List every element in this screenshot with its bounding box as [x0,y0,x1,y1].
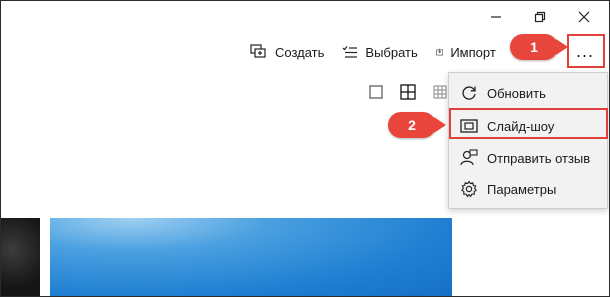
import-button[interactable]: Импорт [436,38,496,66]
single-view-toggle[interactable] [366,82,386,102]
grid-view-toggle[interactable] [398,82,418,102]
callout-2-label: 2 [408,117,416,133]
menu-item-settings[interactable]: Параметры [449,173,607,205]
more-options-highlight [567,34,605,68]
menu-item-label: Обновить [487,85,546,101]
select-icon [342,46,358,58]
import-icon [436,48,443,56]
single-view-icon [369,85,383,99]
small-grid-view-icon [433,85,447,99]
close-icon [578,11,590,23]
callout-1-label: 1 [530,39,538,55]
small-grid-view-toggle[interactable] [430,82,450,102]
create-icon [250,44,266,58]
callout-2: 2 [388,112,446,138]
menu-item-refresh[interactable]: Обновить [449,77,607,109]
feedback-icon [460,149,478,166]
create-button[interactable]: Создать [250,38,324,66]
callout-1: 1 [510,34,568,60]
create-label: Создать [275,44,325,60]
import-label: Импорт [450,44,496,60]
select-label: Выбрать [365,44,418,60]
minimize-icon [491,16,501,18]
toolbar: Создать Выбрать Импорт [250,38,514,66]
menu-item-feedback[interactable]: Отправить отзыв [449,142,607,174]
photo-thumbnail-dark[interactable] [0,218,40,297]
slideshow-highlight [449,108,608,139]
photo-thumbnail-sky[interactable] [50,218,452,297]
close-button[interactable] [564,4,604,30]
minimize-button[interactable] [476,4,516,30]
refresh-icon [462,86,476,100]
grid-view-icon [400,84,416,100]
menu-item-label: Параметры [487,181,557,197]
restore-button[interactable] [520,4,560,30]
restore-icon [534,11,546,23]
menu-item-label: Отправить отзыв [487,150,591,166]
gear-icon [460,180,478,198]
more-options-menu: Обновить Слайд-шоу Отправить отзыв Парам… [448,72,608,209]
select-button[interactable]: Выбрать [342,38,418,66]
